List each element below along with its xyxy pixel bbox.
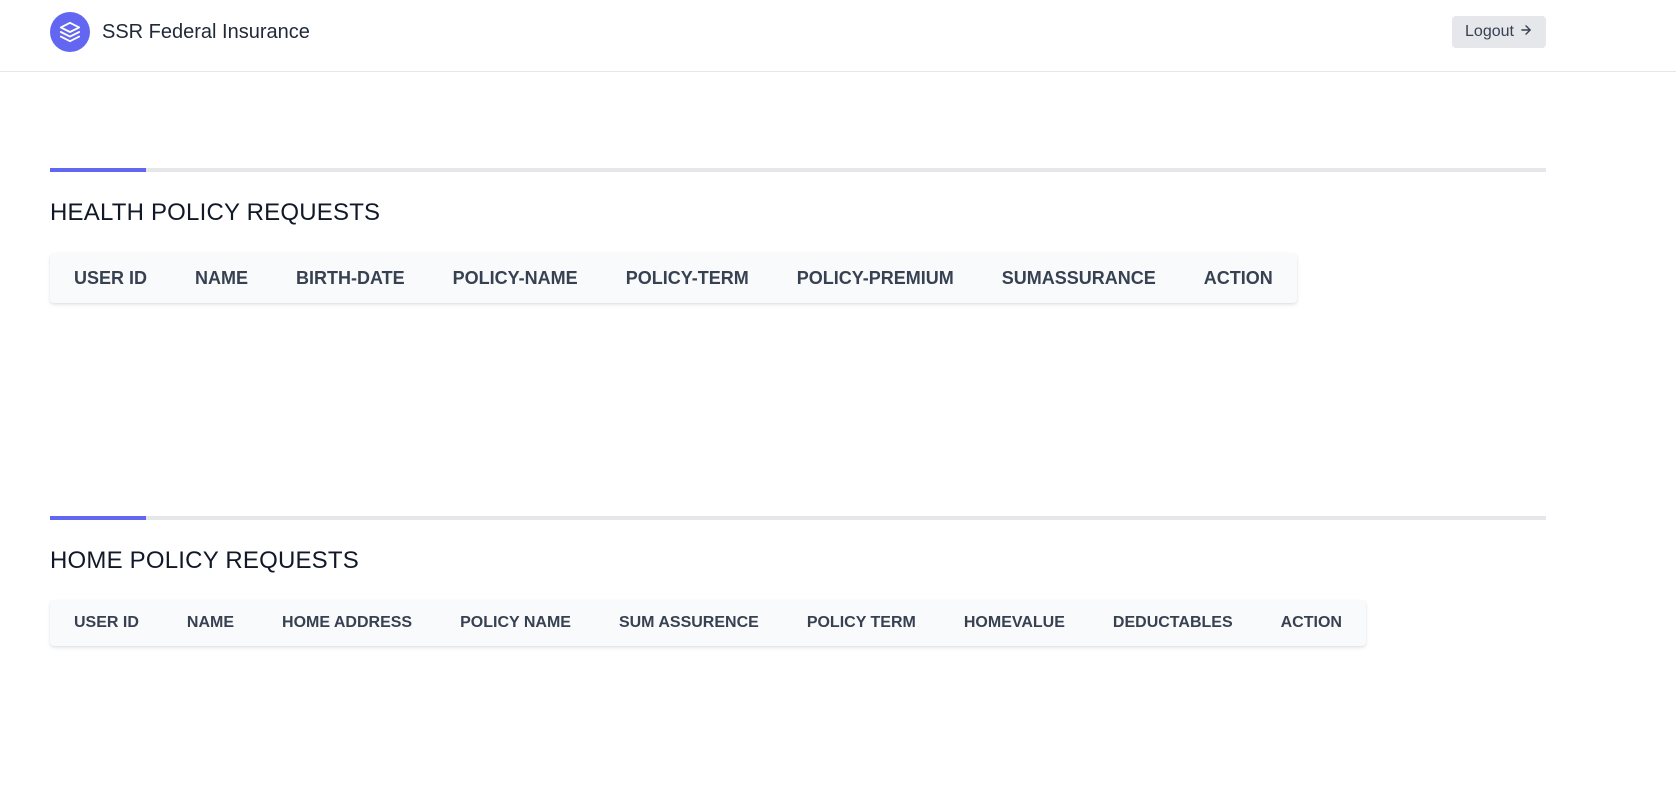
logout-label: Logout: [1465, 23, 1514, 40]
arrow-right-icon: [1519, 23, 1533, 42]
column-header-policy-name: POLICY-NAME: [452, 267, 578, 288]
health-policy-section: HEALTH POLICY REQUESTS USER ID NAME BIRT…: [50, 168, 1546, 308]
column-header-sumassurance: SUMASSURANCE: [1001, 267, 1156, 288]
column-header-sum-assurence: SUM ASSURENCE: [618, 614, 759, 631]
home-requests-table: USER ID NAME HOME ADDRESS POLICY NAME SU…: [50, 600, 1366, 646]
divider-accent: [50, 516, 146, 520]
table-header-row: USER ID NAME HOME ADDRESS POLICY NAME SU…: [50, 600, 1366, 646]
column-header-policy-term: POLICY TERM: [806, 614, 916, 631]
column-header-policy-premium: POLICY-PREMIUM: [796, 267, 954, 288]
home-section-title: HOME POLICY REQUESTS: [50, 547, 359, 574]
section-divider: [50, 168, 1546, 172]
section-divider: [50, 516, 1546, 520]
layers-icon: [50, 12, 90, 52]
column-header-name: NAME: [186, 614, 235, 631]
column-header-action: ACTION: [1280, 614, 1342, 631]
column-header-home-address: HOME ADDRESS: [282, 614, 413, 631]
column-header-user-id: USER ID: [74, 267, 148, 288]
health-requests-table: USER ID NAME BIRTH-DATE POLICY-NAME POLI…: [50, 253, 1297, 303]
brand-name: SSR Federal Insurance: [102, 20, 310, 43]
health-section-title: HEALTH POLICY REQUESTS: [50, 199, 381, 226]
column-header-deductables: DEDUCTABLES: [1112, 614, 1233, 631]
brand[interactable]: SSR Federal Insurance: [50, 12, 310, 52]
divider-accent: [50, 168, 146, 172]
column-header-birth-date: BIRTH-DATE: [296, 267, 405, 288]
column-header-homevalue: HOMEVALUE: [963, 614, 1065, 631]
column-header-policy-name: POLICY NAME: [460, 614, 571, 631]
table-header-row: USER ID NAME BIRTH-DATE POLICY-NAME POLI…: [50, 253, 1297, 303]
column-header-user-id: USER ID: [74, 614, 139, 631]
column-header-policy-term: POLICY-TERM: [625, 267, 749, 288]
top-navbar: SSR Federal Insurance Logout: [0, 0, 1676, 72]
column-header-name: NAME: [195, 267, 249, 288]
column-header-action: ACTION: [1203, 267, 1273, 288]
home-policy-section: HOME POLICY REQUESTS USER ID NAME HOME A…: [50, 516, 1546, 651]
logout-button[interactable]: Logout: [1452, 16, 1546, 48]
